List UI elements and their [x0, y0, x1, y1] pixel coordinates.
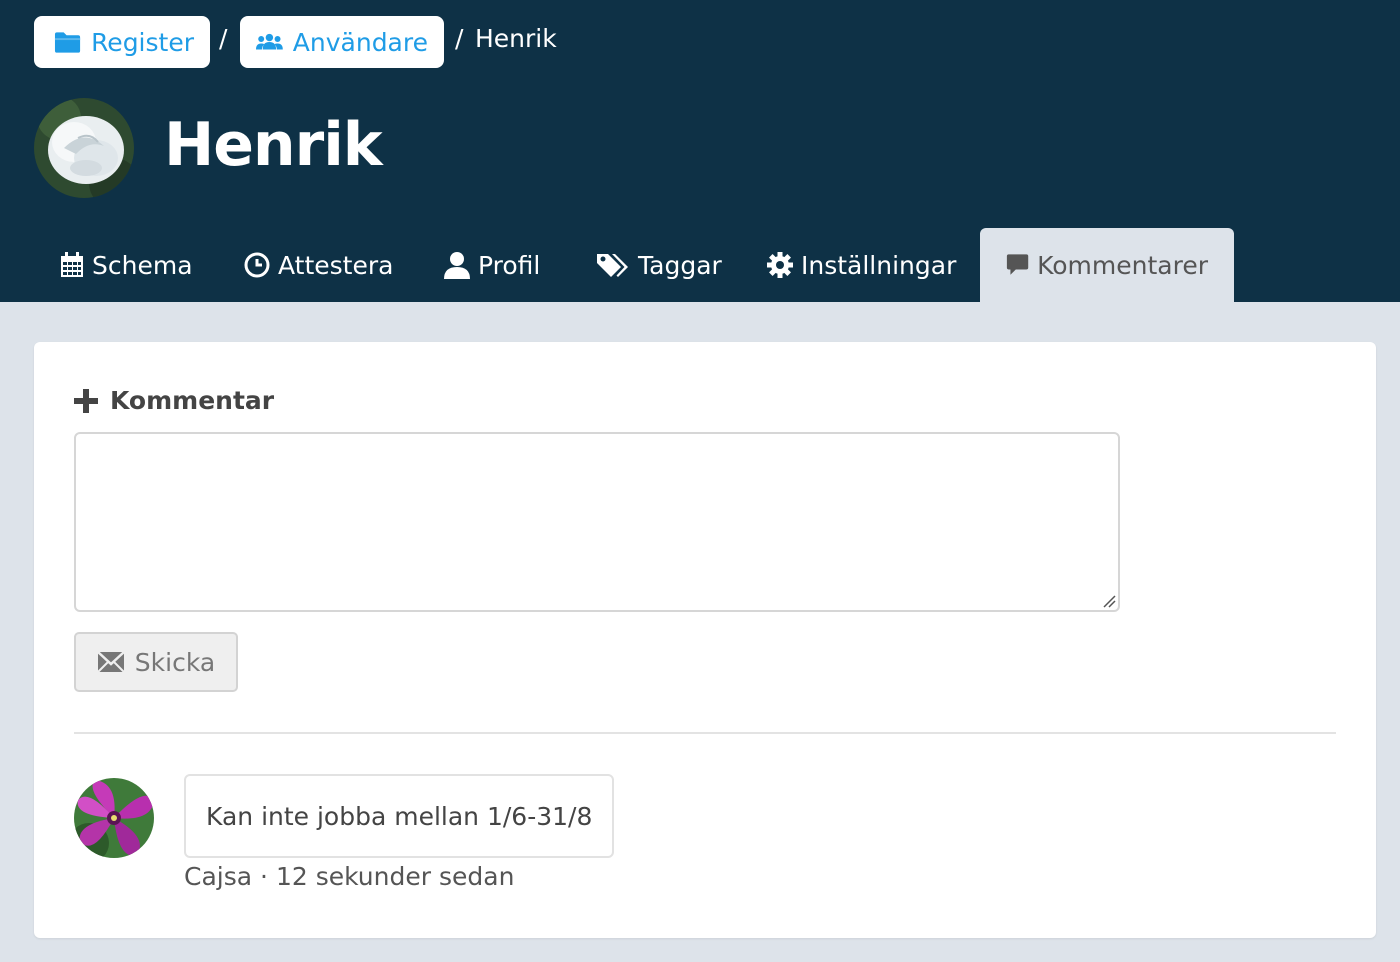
tags-icon	[597, 254, 628, 277]
user-icon	[444, 252, 470, 279]
gear-icon	[767, 252, 793, 278]
comment-form-title: Kommentar	[74, 386, 274, 415]
send-button[interactable]: Skicka	[74, 632, 238, 692]
calendar-icon	[61, 252, 83, 277]
tab-label: Attestera	[278, 250, 394, 280]
comment-meta: Cajsa · 12 sekunder sedan	[184, 862, 514, 891]
breadcrumb-separator: /	[219, 24, 228, 53]
comment-bubble: Kan inte jobba mellan 1/6-31/8	[184, 774, 615, 858]
tab-installningar[interactable]: Inställningar	[767, 228, 956, 302]
divider	[74, 732, 1336, 734]
comment-icon	[1006, 254, 1029, 275]
page-header: Register / Användare / Henrik Henrik Sch…	[0, 0, 1400, 302]
tab-schema[interactable]: Schema	[60, 228, 193, 302]
comments-card: Kommentar Skicka Kan inte jobba mellan 1…	[34, 342, 1376, 938]
breadcrumb-users-button[interactable]: Användare	[240, 16, 444, 68]
users-icon	[256, 33, 283, 50]
tab-label: Taggar	[638, 250, 722, 280]
tab-label: Schema	[92, 250, 193, 280]
tab-profil[interactable]: Profil	[444, 228, 540, 302]
comment-text: Kan inte jobba mellan 1/6-31/8	[206, 801, 593, 831]
breadcrumb-register-label: Register	[91, 27, 194, 57]
resize-handle-icon[interactable]	[1102, 594, 1116, 608]
send-button-label: Skicka	[134, 647, 216, 677]
comment-textarea[interactable]	[74, 432, 1120, 612]
tab-label: Kommentarer	[1037, 250, 1208, 280]
page-title: Henrik	[164, 110, 383, 180]
clock-icon	[244, 252, 270, 278]
user-avatar	[34, 98, 134, 198]
comment-author: Cajsa	[184, 862, 253, 891]
envelope-icon	[96, 651, 125, 673]
tab-attestera[interactable]: Attestera	[244, 228, 393, 302]
breadcrumb-separator: /	[455, 24, 464, 53]
tab-label: Profil	[478, 250, 541, 280]
breadcrumb-current: Henrik	[475, 24, 557, 53]
breadcrumb-users-label: Användare	[292, 27, 428, 57]
comment-author-avatar	[74, 778, 154, 858]
plus-icon	[74, 388, 98, 413]
tab-kommentarer[interactable]: Kommentarer	[980, 228, 1234, 302]
comment-meta-separator: ·	[260, 862, 268, 891]
tab-taggar[interactable]: Taggar	[596, 228, 722, 302]
tab-label: Inställningar	[801, 250, 957, 280]
folder-icon	[54, 32, 81, 53]
comment-form-title-label: Kommentar	[110, 386, 275, 415]
breadcrumb-register-button[interactable]: Register	[34, 16, 210, 68]
comment-time: 12 sekunder sedan	[275, 862, 515, 891]
